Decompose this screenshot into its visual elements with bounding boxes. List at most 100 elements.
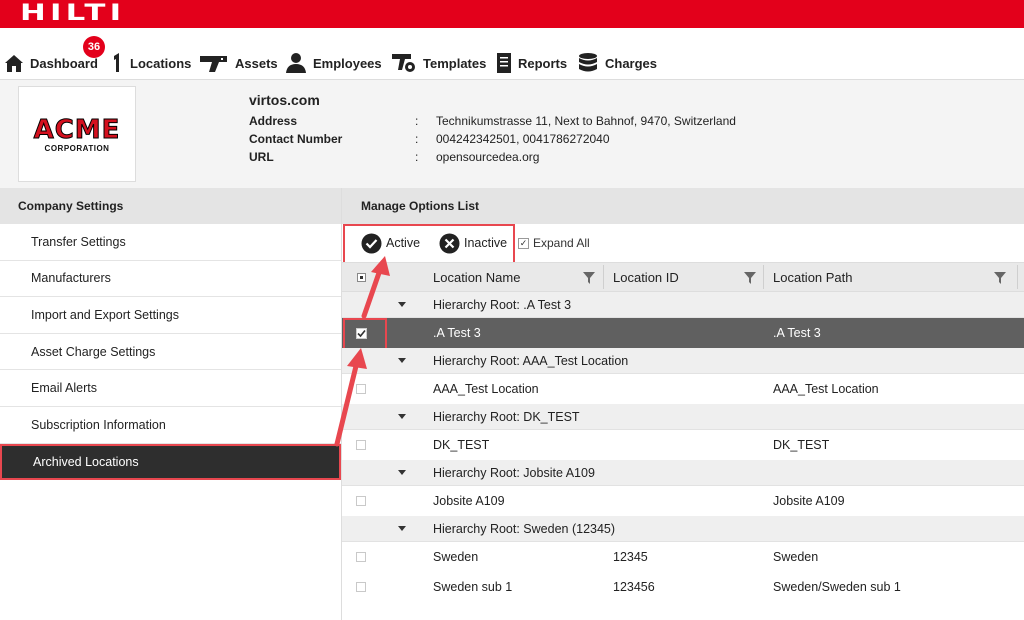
url-value: opensourcedea.org	[436, 150, 540, 164]
template-icon	[392, 54, 415, 72]
toolbar: Active Inactive ✓ Expand All	[342, 224, 1024, 264]
collapse-caret-icon[interactable]	[398, 470, 406, 475]
nav-templates-label: Templates	[423, 55, 487, 71]
row-checkbox[interactable]	[356, 384, 366, 394]
collapse-caret-icon[interactable]	[398, 414, 406, 419]
nav-reports[interactable]: Reports	[496, 50, 567, 76]
filter-icon[interactable]	[744, 272, 756, 284]
cell-location-path: AAA_Test Location	[773, 382, 879, 396]
cell-location-path: Jobsite A109	[773, 494, 845, 508]
sidebar-title: Company Settings	[0, 188, 341, 224]
check-circle-icon	[361, 233, 382, 253]
contact-colon: :	[415, 132, 419, 146]
cell-location-id: 12345	[613, 550, 648, 564]
nav-employees-label: Employees	[313, 55, 382, 71]
expand-all-toggle[interactable]: ✓ Expand All	[518, 236, 590, 250]
nav-dashboard[interactable]: Dashboard	[4, 50, 98, 76]
row-checkbox[interactable]	[356, 552, 366, 562]
contact-row: Contact Number : 004242342501, 004178627…	[249, 132, 610, 150]
sidebar-item-subscription-information[interactable]: Subscription Information	[0, 407, 341, 444]
address-colon: :	[415, 114, 419, 128]
company-info-panel: ACME CORPORATION virtos.com Address : Te…	[0, 80, 1024, 188]
top-bar: HILTI	[0, 0, 1024, 28]
expand-all-label: Expand All	[533, 236, 590, 250]
group-label: Hierarchy Root: Jobsite A109	[433, 465, 595, 480]
group-row[interactable]: Hierarchy Root: Jobsite A109	[342, 460, 1024, 486]
row-checkbox[interactable]	[356, 496, 366, 506]
sidebar-item-archived-locations[interactable]: Archived Locations	[0, 443, 341, 481]
notification-badge[interactable]: 36	[83, 36, 105, 58]
group-row[interactable]: Hierarchy Root: DK_TEST	[342, 404, 1024, 430]
url-colon: :	[415, 150, 419, 164]
nav-templates[interactable]: Templates	[391, 50, 486, 76]
selected-row-highlight	[343, 318, 387, 350]
location-icon	[114, 53, 119, 72]
cell-location-name: Sweden sub 1	[433, 580, 513, 594]
collapse-caret-icon[interactable]	[398, 358, 406, 363]
select-all-checkbox[interactable]	[357, 273, 366, 282]
filter-icon[interactable]	[583, 272, 595, 284]
group-row[interactable]: Hierarchy Root: Sweden (12345)	[342, 516, 1024, 542]
cell-location-name: Sweden	[433, 550, 479, 564]
main-title: Manage Options List	[342, 188, 1024, 224]
url-label: URL	[249, 150, 274, 164]
group-row[interactable]: Hierarchy Root: .A Test 3	[342, 292, 1024, 318]
hilti-logo[interactable]: HILTI	[20, 3, 125, 25]
active-button[interactable]: Active	[361, 231, 420, 255]
column-location-name[interactable]: Location Name	[433, 263, 520, 291]
collapse-caret-icon[interactable]	[398, 526, 406, 531]
manage-options-panel: Manage Options List Active Inactive ✓ Ex…	[342, 188, 1024, 620]
expand-all-checkbox[interactable]: ✓	[518, 237, 529, 249]
home-icon	[5, 55, 23, 72]
cell-location-path: Sweden	[773, 550, 819, 564]
row-checkbox[interactable]	[356, 582, 366, 592]
nav-locations[interactable]: Locations	[110, 50, 191, 76]
filter-icon[interactable]	[994, 272, 1006, 284]
cell-location-name: AAA_Test Location	[433, 382, 539, 396]
column-location-path[interactable]: Location Path	[773, 263, 853, 291]
sidebar-item-transfer-settings[interactable]: Transfer Settings	[0, 224, 341, 261]
grid-header: Location Name Location ID Location Path	[342, 262, 1024, 292]
cell-location-path: DK_TEST	[773, 438, 830, 452]
inactive-label: Inactive	[464, 236, 508, 250]
tool-icon	[200, 56, 227, 72]
sidebar-item-manufacturers[interactable]: Manufacturers	[0, 261, 341, 298]
sidebar-item-import-export-settings[interactable]: Import and Export Settings	[0, 297, 341, 334]
nav-dashboard-label: Dashboard	[30, 55, 98, 71]
table-row[interactable]: .A Test 3 .A Test 3	[342, 318, 1024, 348]
cell-location-path: .A Test 3	[773, 326, 821, 340]
inactive-button[interactable]: Inactive	[439, 231, 507, 255]
column-separator	[763, 265, 764, 289]
nav-employees[interactable]: Employees	[285, 50, 382, 76]
database-icon	[579, 53, 597, 72]
cell-location-name: DK_TEST	[433, 438, 490, 452]
table-row[interactable]: Sweden sub 1 123456 Sweden/Sweden sub 1	[342, 572, 1024, 602]
company-logo-bottom: CORPORATION	[44, 143, 110, 153]
nav-charges-label: Charges	[605, 55, 658, 71]
cell-location-id: 123456	[613, 580, 655, 594]
address-label: Address	[249, 114, 298, 128]
table-row[interactable]: AAA_Test Location AAA_Test Location	[342, 374, 1024, 404]
nav-reports-label: Reports	[518, 55, 568, 71]
table-row[interactable]: Jobsite A109 Jobsite A109	[342, 486, 1024, 516]
main-navigation: Dashboard 36 Locations Assets Employees …	[0, 28, 1024, 80]
company-logo: ACME CORPORATION	[18, 86, 136, 182]
group-label: Hierarchy Root: AAA_Test Location	[433, 353, 629, 368]
person-icon	[286, 53, 306, 73]
settings-sidebar: Company Settings Transfer Settings Manuf…	[0, 188, 342, 620]
table-row[interactable]: Sweden 12345 Sweden	[342, 542, 1024, 572]
nav-assets-label: Assets	[235, 55, 278, 71]
close-circle-icon	[439, 233, 460, 253]
row-checkbox[interactable]	[356, 440, 366, 450]
nav-charges[interactable]: Charges	[577, 50, 657, 76]
sidebar-item-asset-charge-settings[interactable]: Asset Charge Settings	[0, 334, 341, 371]
contact-value: 004242342501, 0041786272040	[436, 132, 610, 146]
address-row: Address : Technikumstrasse 11, Next to B…	[249, 114, 736, 132]
collapse-caret-icon[interactable]	[398, 302, 406, 307]
sidebar-item-email-alerts[interactable]: Email Alerts	[0, 370, 341, 407]
report-icon	[497, 53, 511, 73]
group-row[interactable]: Hierarchy Root: AAA_Test Location	[342, 348, 1024, 374]
column-location-id[interactable]: Location ID	[613, 263, 679, 291]
nav-assets[interactable]: Assets	[199, 50, 278, 76]
table-row[interactable]: DK_TEST DK_TEST	[342, 430, 1024, 460]
